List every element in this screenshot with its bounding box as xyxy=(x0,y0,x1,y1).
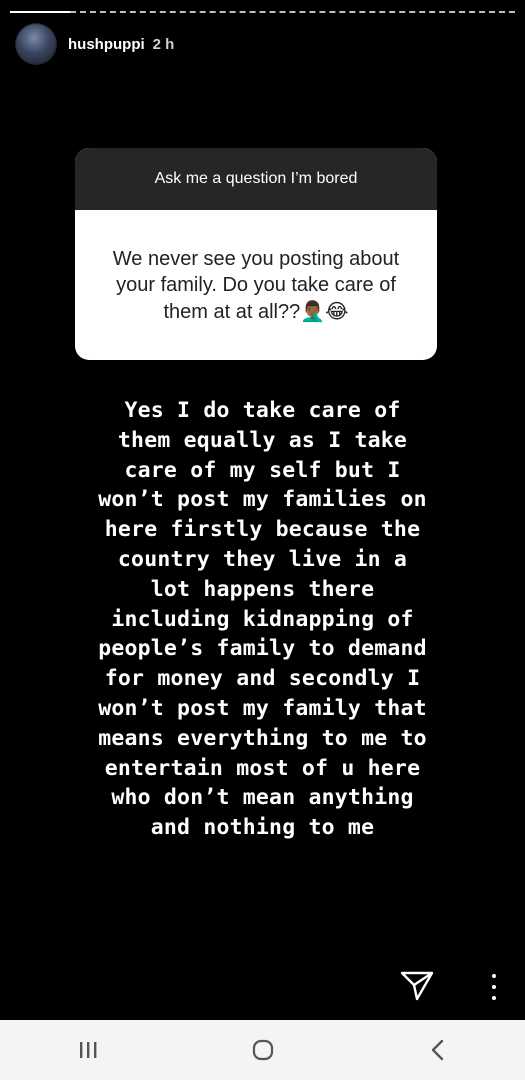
progress-segment-remaining xyxy=(70,11,515,15)
android-nav-bar xyxy=(0,1020,525,1080)
recents-button[interactable] xyxy=(58,1030,118,1070)
question-sticker[interactable]: Ask me a question I’m bored We never see… xyxy=(75,148,437,360)
recents-icon xyxy=(79,1042,96,1058)
back-icon xyxy=(431,1039,443,1061)
avatar[interactable] xyxy=(16,24,56,64)
story-progress-bar xyxy=(10,11,515,13)
time-ago: 2 h xyxy=(152,35,175,53)
username[interactable]: hushpuppi xyxy=(68,36,145,53)
story-header: hushpuppi 2 h xyxy=(16,24,174,64)
home-button[interactable] xyxy=(233,1030,293,1070)
progress-segment-done xyxy=(10,11,70,13)
question-text: We never see you posting about your fami… xyxy=(112,247,400,323)
question-sticker-body: We never see you posting about your fami… xyxy=(75,210,437,360)
question-emojis: 🤦🏾‍♂️😂 xyxy=(300,298,349,323)
home-icon xyxy=(252,1039,273,1061)
vertical-dots-icon[interactable] xyxy=(484,974,504,1000)
question-sticker-prompt: Ask me a question I’m bored xyxy=(75,148,437,210)
back-button[interactable] xyxy=(408,1030,468,1070)
paper-plane-icon[interactable] xyxy=(400,970,434,1002)
answer-text: Yes I do take care of them equally as I … xyxy=(98,398,427,841)
